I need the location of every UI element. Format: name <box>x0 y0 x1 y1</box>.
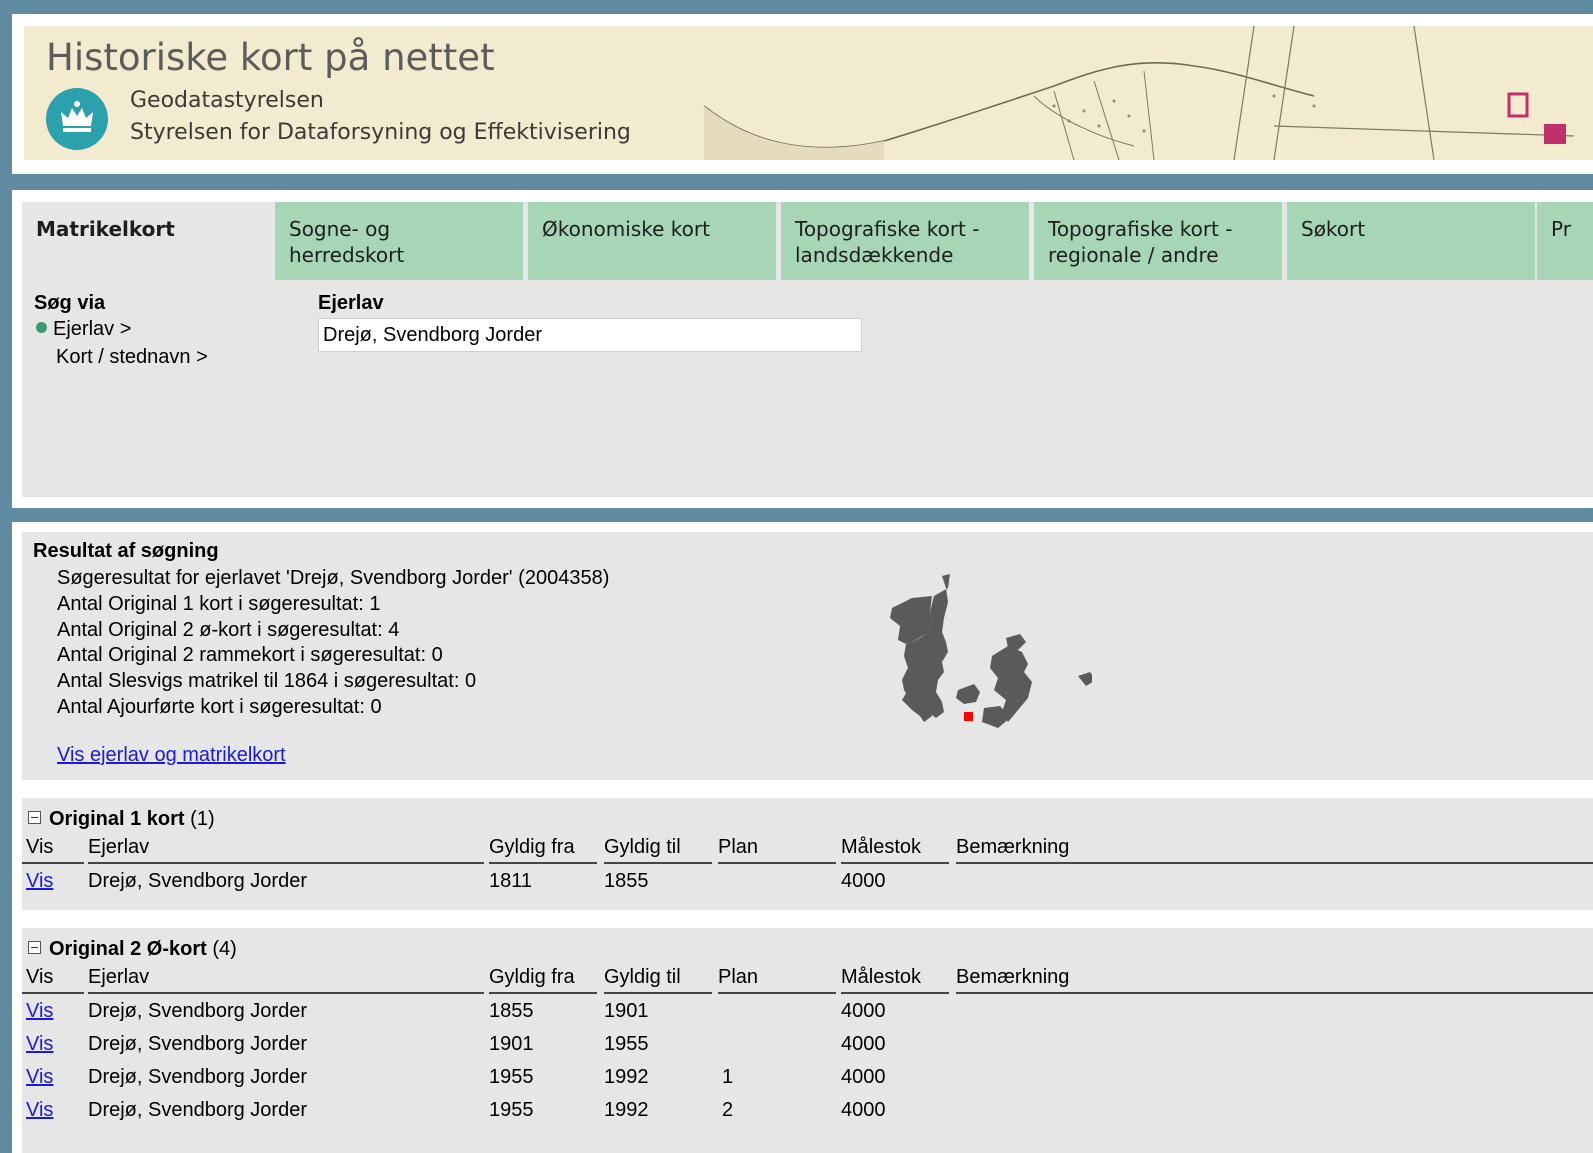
result-lines: Søgeresultat for ejerlavet 'Drejø, Svend… <box>57 566 609 721</box>
tab-topografiske-regionale[interactable]: Topografiske kort - regionale / andre <box>1034 202 1282 280</box>
col-bemaerkning: Bemærkning <box>956 836 1593 864</box>
crown-logo-icon <box>46 88 108 150</box>
search-via-label: Søg via <box>34 292 106 314</box>
cell-fra: 1811 <box>489 870 533 892</box>
table-row: Vis Drejø, Svendborg Jorder 1811 1855 40… <box>22 870 1593 902</box>
cell-ejerlav: Drejø, Svendborg Jorder <box>88 1099 307 1121</box>
denmark-locator-map <box>890 574 1092 728</box>
cell-malestok: 4000 <box>841 1000 886 1022</box>
result-line: Antal Slesvigs matrikel til 1864 i søger… <box>57 670 477 693</box>
col-vis: Vis <box>22 836 84 864</box>
tab-sogne-herredskort[interactable]: Sogne- og herredskort <box>275 202 523 280</box>
cell-malestok: 4000 <box>841 870 886 892</box>
table-header[interactable]: Original 2 Ø-kort (4) <box>28 938 237 961</box>
cell-fra: 1955 <box>489 1099 534 1121</box>
collapse-icon[interactable] <box>28 941 41 954</box>
tab-matrikelkort[interactable]: Matrikelkort <box>22 202 270 280</box>
table-count: (4) <box>212 938 237 960</box>
search-option-kort-stednavn[interactable]: Kort / stednavn > <box>56 346 208 369</box>
results-section: Resultat af søgning Søgeresultat for eje… <box>12 522 1593 1153</box>
vis-link[interactable]: Vis <box>26 1033 53 1056</box>
cell-til: 1992 <box>604 1099 649 1121</box>
cell-til: 1992 <box>604 1066 649 1088</box>
cell-til: 1855 <box>604 870 649 892</box>
tab-topografiske-landsdaekkende[interactable]: Topografiske kort - landsdækkende <box>781 202 1029 280</box>
vis-link[interactable]: Vis <box>26 870 53 893</box>
col-bemaerkning: Bemærkning <box>956 966 1593 994</box>
col-plan: Plan <box>718 966 836 994</box>
table-row: Vis Drejø, Svendborg Jorder 1955 1992 2 … <box>22 1099 1593 1131</box>
cell-fra: 1901 <box>489 1033 534 1055</box>
org-name-1: Geodatastyrelsen <box>130 88 324 113</box>
cell-plan: 1 <box>722 1066 734 1088</box>
vis-link[interactable]: Vis <box>26 1000 53 1023</box>
selected-dot-icon <box>36 322 47 333</box>
ejerlav-field-label: Ejerlav <box>318 292 384 314</box>
cell-fra: 1955 <box>489 1066 534 1088</box>
tab-sokort[interactable]: Søkort <box>1287 202 1535 280</box>
col-gyldig-fra: Gyldig fra <box>489 966 597 994</box>
table-original-1: Original 1 kort (1) Vis Ejerlav Gyldig f… <box>22 798 1593 910</box>
cell-plan: 2 <box>722 1099 734 1121</box>
historic-map-illustration <box>703 26 1575 160</box>
cell-malestok: 4000 <box>841 1099 886 1121</box>
col-gyldig-til: Gyldig til <box>604 966 712 994</box>
result-line: Antal Original 2 ø-kort i søgeresultat: … <box>57 618 400 641</box>
search-panel-body: Matrikelkort Sogne- og herredskort Økono… <box>22 202 1593 497</box>
result-line: Antal Original 1 kort i søgeresultat: 1 <box>57 592 381 615</box>
result-summary: Resultat af søgning Søgeresultat for eje… <box>22 532 1593 780</box>
col-malestok: Målestok <box>841 966 949 994</box>
cell-fra: 1855 <box>489 1000 534 1022</box>
table-row: Vis Drejø, Svendborg Jorder 1855 1901 40… <box>22 1000 1593 1032</box>
result-line: Søgeresultat for ejerlavet 'Drejø, Svend… <box>57 567 610 589</box>
tab-bar: Matrikelkort Sogne- og herredskort Økono… <box>22 202 1593 280</box>
column-headers: Vis Ejerlav Gyldig fra Gyldig til Plan M… <box>22 836 1593 866</box>
option-ejerlav-label: Ejerlav > <box>53 318 132 340</box>
ejerlav-input[interactable] <box>318 318 862 352</box>
cell-ejerlav: Drejø, Svendborg Jorder <box>88 1066 307 1088</box>
col-plan: Plan <box>718 836 836 864</box>
table-title: Original 1 kort <box>49 808 185 830</box>
site-title: Historiske kort på nettet <box>46 36 495 79</box>
col-ejerlav: Ejerlav <box>88 836 484 864</box>
table-original-2-okort: Original 2 Ø-kort (4) Vis Ejerlav Gyldig… <box>22 928 1593 1153</box>
header-banner: Historiske kort på nettet Geodatastyrels… <box>24 26 1593 160</box>
col-ejerlav: Ejerlav <box>88 966 484 994</box>
location-marker <box>964 712 973 721</box>
table-header[interactable]: Original 1 kort (1) <box>28 808 215 831</box>
cell-til: 1955 <box>604 1033 649 1055</box>
result-line: Antal Ajourførte kort i søgeresultat: 0 <box>57 695 382 718</box>
table-title: Original 2 Ø-kort <box>49 938 207 960</box>
column-headers: Vis Ejerlav Gyldig fra Gyldig til Plan M… <box>22 966 1593 996</box>
col-gyldig-til: Gyldig til <box>604 836 712 864</box>
cell-ejerlav: Drejø, Svendborg Jorder <box>88 1033 307 1055</box>
table-row: Vis Drejø, Svendborg Jorder 1955 1992 1 … <box>22 1066 1593 1098</box>
vis-link[interactable]: Vis <box>26 1099 53 1122</box>
tab-partial[interactable]: Pr <box>1537 202 1593 280</box>
site-header: Historiske kort på nettet Geodatastyrels… <box>12 14 1593 174</box>
cell-malestok: 4000 <box>841 1066 886 1088</box>
cell-malestok: 4000 <box>841 1033 886 1055</box>
vis-link[interactable]: Vis <box>26 1066 53 1089</box>
table-row: Vis Drejø, Svendborg Jorder 1901 1955 40… <box>22 1033 1593 1065</box>
table-count: (1) <box>190 808 215 830</box>
col-malestok: Målestok <box>841 836 949 864</box>
org-name-2: Styrelsen for Dataforsyning og Effektivi… <box>130 120 631 145</box>
search-option-ejerlav[interactable]: Ejerlav > <box>36 318 131 341</box>
col-vis: Vis <box>22 966 84 994</box>
result-title: Resultat af søgning <box>33 540 219 562</box>
search-panel: Matrikelkort Sogne- og herredskort Økono… <box>12 190 1593 508</box>
col-gyldig-fra: Gyldig fra <box>489 836 597 864</box>
tab-okonomiske-kort[interactable]: Økonomiske kort <box>528 202 776 280</box>
cell-ejerlav: Drejø, Svendborg Jorder <box>88 1000 307 1022</box>
cell-ejerlav: Drejø, Svendborg Jorder <box>88 870 307 892</box>
result-line: Antal Original 2 rammekort i søgeresulta… <box>57 644 443 667</box>
cell-til: 1901 <box>604 1000 649 1022</box>
collapse-icon[interactable] <box>28 811 41 824</box>
show-ejerlav-link[interactable]: Vis ejerlav og matrikelkort <box>57 744 286 767</box>
